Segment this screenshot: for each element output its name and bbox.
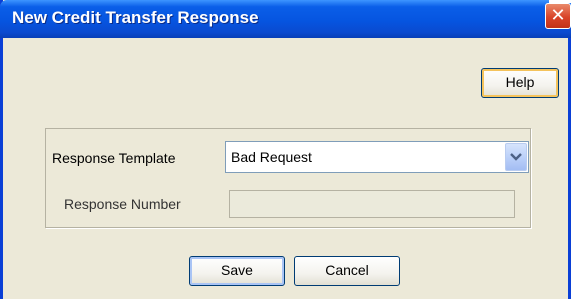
close-button[interactable]: ✕ [545, 3, 571, 29]
response-number-label: Response Number [64, 196, 181, 212]
response-template-value: Bad Request [231, 149, 312, 165]
cancel-button[interactable]: Cancel [294, 256, 400, 286]
help-button[interactable]: Help [481, 68, 559, 98]
response-number-field [229, 190, 515, 218]
response-template-select[interactable]: Bad Request [225, 141, 529, 173]
close-icon: ✕ [550, 5, 566, 26]
window-title: New Credit Transfer Response [12, 8, 259, 27]
response-template-label: Response Template [52, 150, 176, 166]
save-button[interactable]: Save [189, 256, 285, 286]
title-bar[interactable]: New Credit Transfer Response [0, 0, 571, 38]
chevron-down-icon [510, 153, 522, 161]
dropdown-button[interactable] [505, 143, 527, 171]
